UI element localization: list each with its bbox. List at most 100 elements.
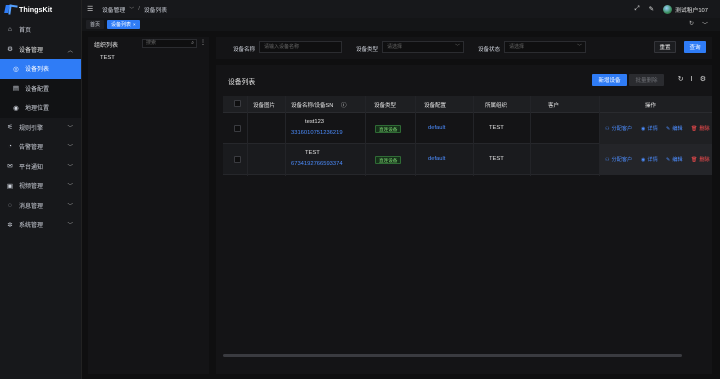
column-header: 设备图片 <box>253 103 276 109</box>
sidebar-item-device-config[interactable]: ▤ 设备配置 <box>0 78 81 98</box>
video-icon: ▣ <box>6 182 14 190</box>
column-divider <box>285 96 286 176</box>
config-icon: ▤ <box>12 85 20 93</box>
device-config-link[interactable]: default <box>428 125 445 131</box>
delete-button[interactable]: 🗑 删除 <box>691 125 710 133</box>
breadcrumb-separator: / <box>138 6 140 12</box>
edit-button[interactable]: ✎ 编辑 <box>666 156 683 164</box>
sidebar-item-system[interactable]: ✲ 系统管理 ﹀ <box>0 215 81 235</box>
sidebar-item-device-management[interactable]: ⚙ 设备管理 ︿ <box>0 40 81 60</box>
device-sn[interactable]: 6734192766593374 <box>291 161 343 167</box>
sidebar-item-home[interactable]: ⌂ 首页 <box>0 20 81 40</box>
column-header: 设备类型 <box>374 103 397 109</box>
more-icon[interactable]: ⋮ <box>200 39 206 46</box>
sidebar-item-rule-engine[interactable]: ⚟ 规则引擎 ﹀ <box>0 118 81 138</box>
user-icon: ⚇ <box>605 156 610 163</box>
edit-button[interactable]: ✎ 编辑 <box>666 125 683 133</box>
assign-label: 分配客户 <box>611 126 633 132</box>
theme-toggle-icon[interactable]: ✎ <box>649 5 654 13</box>
eye-icon: ◉ <box>641 125 646 132</box>
user-menu[interactable]: 测试租户107 <box>663 4 708 14</box>
select-all-checkbox[interactable] <box>234 100 241 107</box>
org-tree-node[interactable]: TEST <box>100 55 115 61</box>
user-name: 测试租户107 <box>675 7 708 14</box>
top-header: ☰ 设备管理 ﹀ / 设备列表 ⤢ ✎ 测试租户107 <box>82 0 720 18</box>
sidebar-item-notice[interactable]: ✉ 平台通知 ﹀ <box>0 157 81 177</box>
sidebar-item-label: 系统管理 <box>19 223 44 230</box>
horizontal-scrollbar[interactable] <box>223 354 712 358</box>
sidebar-item-video[interactable]: ▣ 视频管理 ﹀ <box>0 176 81 196</box>
refresh-icon[interactable]: ↻ <box>689 20 694 29</box>
reset-button[interactable]: 重置 <box>654 41 676 53</box>
add-device-button[interactable]: 新增设备 <box>592 74 627 86</box>
device-status-select[interactable]: 请选择 ﹀ <box>504 41 586 53</box>
breadcrumb-item[interactable]: 设备管理 <box>102 5 125 14</box>
delete-label: 删除 <box>699 157 710 163</box>
row-checkbox[interactable] <box>234 125 241 132</box>
detail-button[interactable]: ◉ 详情 <box>641 125 658 133</box>
message-icon: ◌ <box>8 201 12 209</box>
assign-customer-button[interactable]: ⚇ 分配客户 <box>605 125 633 133</box>
delete-label: 删除 <box>699 126 710 132</box>
table-tools: ↻ Ⅰ ⚙ <box>678 75 706 83</box>
thingskit-logo-icon <box>5 4 15 14</box>
batch-delete-button[interactable]: 批量删除 <box>629 74 664 86</box>
info-icon: ⓘ <box>341 103 347 109</box>
tab-label: 设备列表 <box>111 22 132 28</box>
settings-icon[interactable]: ⚙ <box>700 75 706 83</box>
delete-button[interactable]: 🗑 删除 <box>691 156 710 164</box>
menu-fold-icon[interactable]: ☰ <box>87 5 95 13</box>
device-status-label: 设备状态 <box>478 47 501 53</box>
settings-icon: ✲ <box>7 221 13 229</box>
user-icon: ⚇ <box>605 125 610 132</box>
home-icon: ⌂ <box>8 26 12 34</box>
search-icon: ⌕ <box>191 40 194 46</box>
tab-device-list[interactable]: 设备列表 × <box>107 20 140 29</box>
device-config-link[interactable]: default <box>428 156 445 162</box>
tab-home[interactable]: 首页 <box>86 20 105 29</box>
device-type-tag: 直连设备 <box>375 156 402 164</box>
device-status-placeholder: 请选择 <box>509 44 525 50</box>
scrollbar-thumb[interactable] <box>223 354 682 357</box>
table-row[interactable]: TEST 6734192766593374 直连设备 default TEST … <box>223 144 712 175</box>
filter-panel: 设备名称 请输入设备名称 设备类型 请选择 ﹀ 设备状态 请选择 ﹀ 重置 查询 <box>216 37 712 59</box>
row-checkbox[interactable] <box>234 156 241 163</box>
refresh-icon[interactable]: ↻ <box>678 75 684 83</box>
sidebar-item-alarm[interactable]: ◔ 告警管理 ﹀ <box>0 137 81 157</box>
sidebar-item-label: 平台通知 <box>19 164 44 171</box>
sidebar: ThingsKit ⌂ 首页 ⚙ 设备管理 ︿ ◎ 设备列表 ▤ 设备配置 ◉ … <box>0 0 82 379</box>
column-divider <box>247 96 248 176</box>
query-button[interactable]: 查询 <box>684 41 706 53</box>
detail-button[interactable]: ◉ 详情 <box>641 156 658 164</box>
sidebar-item-message[interactable]: ◌ 消息管理 ﹀ <box>0 196 81 216</box>
chevron-down-icon: ﹀ <box>67 184 73 190</box>
trash-icon: 🗑 <box>691 125 698 132</box>
fullscreen-icon[interactable]: ⤢ <box>634 5 639 13</box>
device-name-input[interactable]: 请输入设备名称 <box>259 41 342 53</box>
org-search-input[interactable]: 搜索 ⌕ <box>142 39 197 48</box>
column-height-icon[interactable]: Ⅰ <box>691 75 693 83</box>
device-sn[interactable]: 3316010751236219 <box>291 130 343 136</box>
row-actions: ⚇ 分配客户 ◉ 详情 ✎ 编辑 🗑 删除 <box>599 144 712 175</box>
chevron-down-icon: ﹀ <box>454 44 460 50</box>
device-name: TEST <box>305 150 320 156</box>
header-actions: ⤢ ✎ 测试租户107 <box>634 0 708 18</box>
close-icon[interactable]: × <box>133 22 136 27</box>
location-icon: ◉ <box>13 104 19 112</box>
sidebar-item-location[interactable]: ◉ 地理位置 <box>0 98 81 118</box>
org-panel-title: 组织列表 <box>94 43 119 49</box>
assign-customer-button[interactable]: ⚇ 分配客户 <box>605 156 632 164</box>
chevron-down-icon: ﹀ <box>576 44 582 50</box>
device-org: TEST <box>489 156 504 162</box>
chevron-down-icon[interactable]: ﹀ <box>702 20 708 29</box>
column-divider <box>599 96 600 176</box>
table-row[interactable]: test123 3316010751236219 直连设备 default TE… <box>223 113 712 144</box>
device-type-select[interactable]: 请选择 ﹀ <box>382 41 464 53</box>
device-name-placeholder: 请输入设备名称 <box>264 44 300 50</box>
edit-icon: ✎ <box>666 156 671 163</box>
device-type-label: 设备类型 <box>356 47 379 53</box>
logo[interactable]: ThingsKit <box>0 0 81 18</box>
sidebar-item-device-list[interactable]: ◎ 设备列表 <box>0 59 81 79</box>
device-name-label: 设备名称 <box>233 47 256 53</box>
column-header: 设备配置 <box>424 103 447 109</box>
